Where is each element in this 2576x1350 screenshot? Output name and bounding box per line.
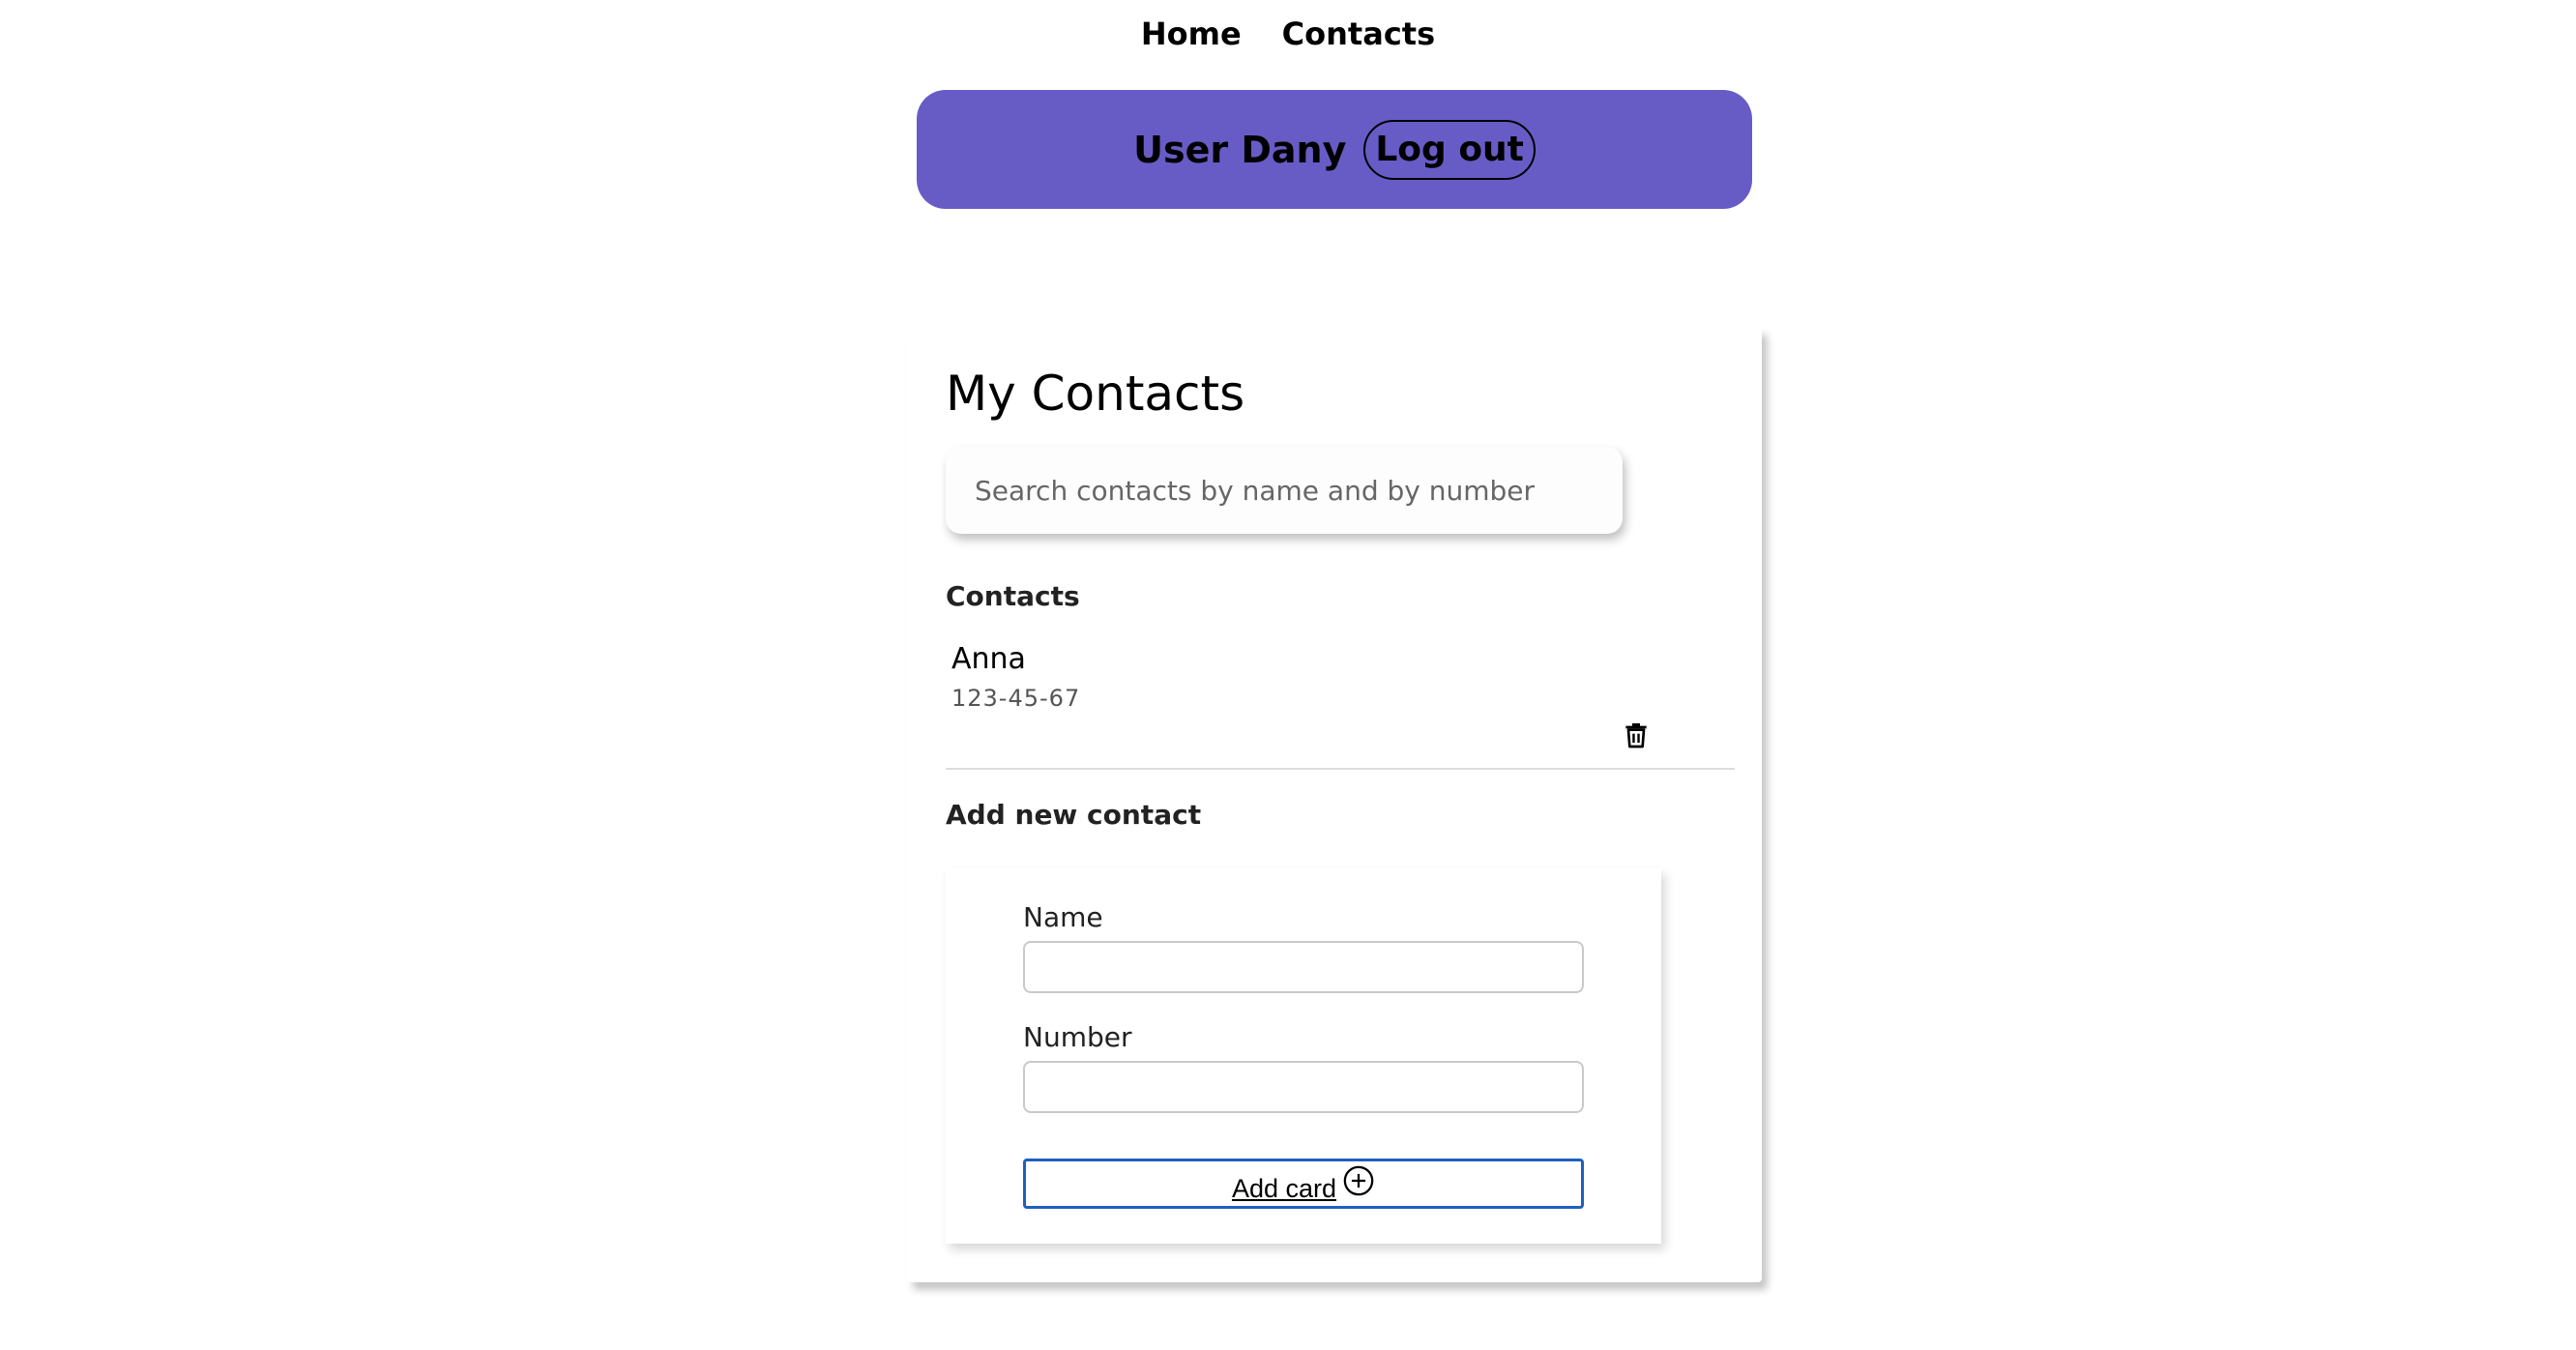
contacts-card: My Contacts Contacts Anna 123-45-67 Add … [907, 327, 1762, 1282]
user-greeting: User Dany [1133, 128, 1347, 171]
plus-circle-icon [1343, 1165, 1374, 1196]
add-card-button[interactable]: Add card [1023, 1159, 1584, 1209]
number-field[interactable] [1023, 1061, 1584, 1113]
nav-link-home[interactable]: Home [1141, 15, 1242, 52]
user-menu-bar: User Dany Log out [917, 90, 1752, 209]
page-title: My Contacts [946, 366, 1245, 422]
name-field-label: Name [1023, 901, 1103, 933]
logout-button[interactable]: Log out [1363, 119, 1536, 180]
add-contact-form: Name Number Add card [946, 868, 1661, 1244]
add-contact-heading: Add new contact [946, 799, 1202, 831]
delete-contact-button[interactable] [1621, 719, 1652, 750]
contacts-section-heading: Contacts [946, 580, 1080, 612]
contact-number: 123-45-67 [951, 685, 1081, 712]
name-field[interactable] [1023, 941, 1584, 993]
nav-link-contacts[interactable]: Contacts [1282, 15, 1435, 52]
search-input[interactable] [946, 447, 1623, 534]
number-field-label: Number [1023, 1021, 1132, 1053]
list-item: Anna 123-45-67 [946, 642, 1735, 770]
add-card-button-label: Add card [1231, 1173, 1337, 1203]
contact-name: Anna [951, 642, 1026, 676]
top-nav: Home Contacts [0, 15, 2576, 52]
trash-icon [1625, 723, 1647, 748]
